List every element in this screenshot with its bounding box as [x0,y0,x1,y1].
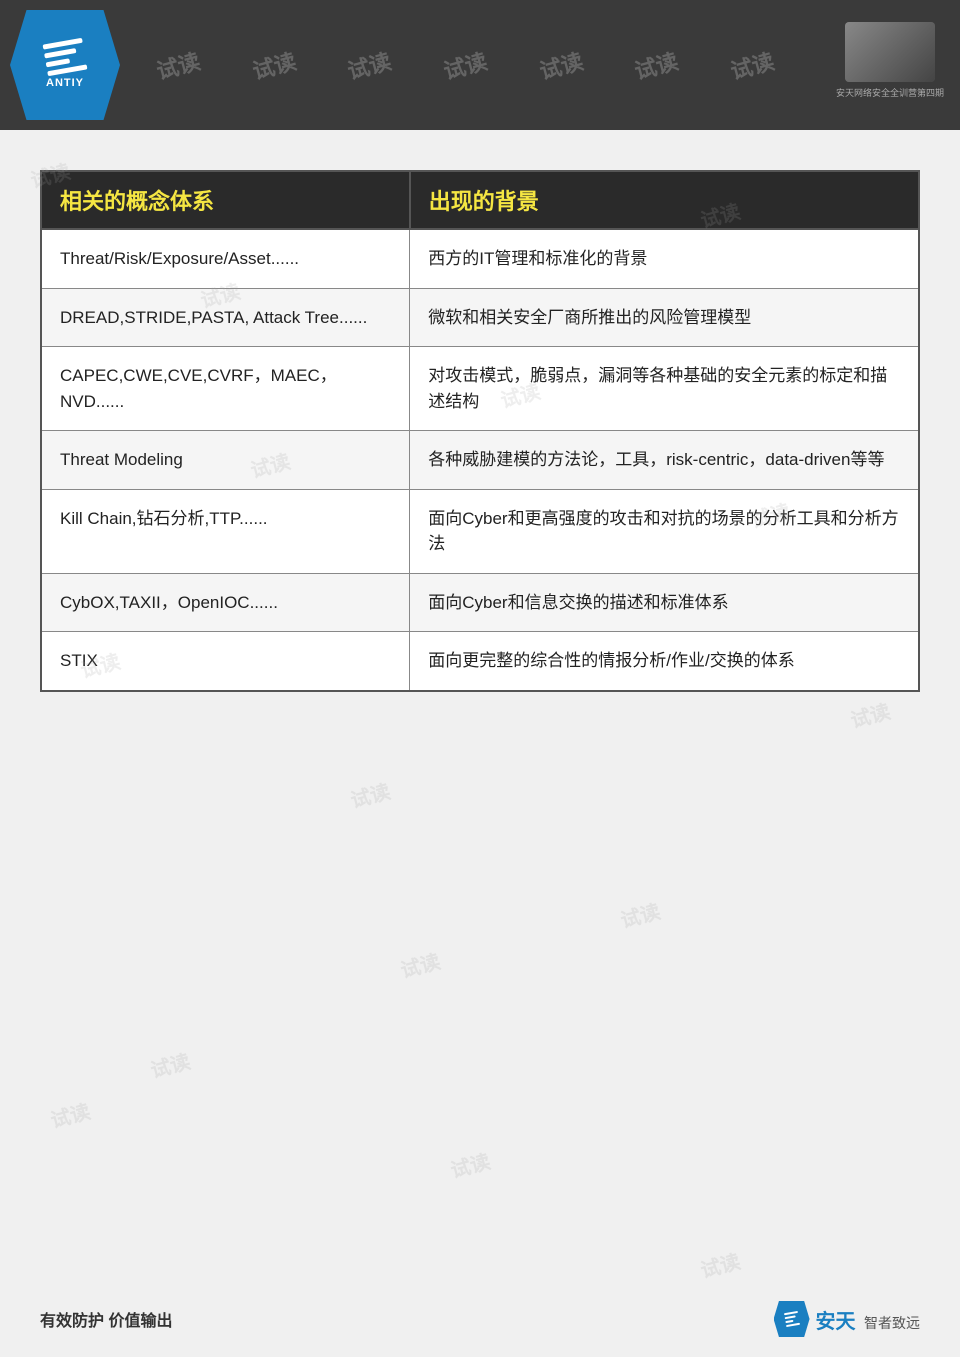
table-cell-col2-0: 西方的IT管理和标准化的背景 [410,229,919,288]
footer-line-1 [783,1311,797,1315]
table-cell-col1-2: CAPEC,CWE,CVE,CVRF，MAEC，NVD...... [41,347,410,431]
table-row: CybOX,TAXII，OpenIOC......面向Cyber和信息交换的描述… [41,573,919,632]
table-cell-col2-3: 各种威胁建模的方法论，工具，risk-centric，data-driven等等 [410,431,919,490]
header-wm-5: 试读 [535,44,586,86]
footer-logo-icon [774,1301,810,1337]
footer-tagline: 有效防护 价值输出 [40,1307,172,1331]
header-right-logo-image: ANTIY [845,22,935,82]
logo-line-3 [46,58,71,67]
footer-line-4 [786,1323,800,1327]
header-right-logo: ANTIY 安天网络安全全训营第四期 [830,10,950,110]
table-cell-col1-0: Threat/Risk/Exposure/Asset...... [41,229,410,288]
footer-logo-lines [783,1311,799,1327]
page-watermark-6: 试读 [617,895,663,933]
page-watermark-8: 试读 [447,1145,493,1183]
table-row: DREAD,STRIDE,PASTA, Attack Tree......微软和… [41,288,919,347]
header-wm-4: 试读 [440,44,491,86]
table-cell-col2-2: 对攻击模式，脆弱点，漏洞等各种基础的安全元素的标定和描述结构 [410,347,919,431]
page-watermark-13: 试读 [397,945,443,983]
footer: 有效防护 价值输出 安天 智者致远 [0,1301,960,1337]
page-watermark-14: 试读 [47,1095,93,1133]
table-row: Threat/Risk/Exposure/Asset......西方的IT管理和… [41,229,919,288]
main-content: 相关的概念体系 出现的背景 Threat/Risk/Exposure/Asset… [0,130,960,722]
table-row: Threat Modeling各种威胁建模的方法论，工具，risk-centri… [41,431,919,490]
table-cell-col1-4: Kill Chain,钻石分析,TTP...... [41,489,410,573]
footer-brand-name: 安天 智者致远 [816,1305,920,1334]
footer-brand-name-text: 安天 [816,1311,856,1333]
table-cell-col2-5: 面向Cyber和信息交换的描述和标准体系 [410,573,919,632]
table-row: CAPEC,CWE,CVE,CVRF，MAEC，NVD......对攻击模式，脆… [41,347,919,431]
col1-header: 相关的概念体系 [41,171,410,229]
page-watermark-7: 试读 [147,1045,193,1083]
header-right-subtitle: 安天网络安全全训营第四期 [836,86,944,99]
logo-line-1 [43,38,83,50]
table-row: STIX面向更完整的综合性的情报分析/作业/交换的体系 [41,632,919,691]
concept-table: 相关的概念体系 出现的背景 Threat/Risk/Exposure/Asset… [40,170,920,692]
table-row: Kill Chain,钻石分析,TTP......面向Cyber和更高强度的攻击… [41,489,919,573]
table-cell-col2-6: 面向更完整的综合性的情报分析/作业/交换的体系 [410,632,919,691]
header-wm-2: 试读 [248,44,299,86]
footer-brand-sub-text: 智者致远 [864,1315,920,1331]
col2-header: 出现的背景 [410,171,919,229]
header-right-logo-svg: ANTIY [855,27,925,77]
logo-text: ANTIY [46,77,84,89]
table-cell-col1-3: Threat Modeling [41,431,410,490]
footer-line-2 [784,1315,795,1319]
table-cell-col1-1: DREAD,STRIDE,PASTA, Attack Tree...... [41,288,410,347]
svg-text:ANTIY: ANTIY [860,68,884,77]
table-cell-col1-6: STIX [41,632,410,691]
logo-lines [43,38,88,76]
page-watermark-9: 试读 [697,1245,743,1283]
header-watermarks: 试读 试读 试读 试读 试读 试读 试读 [0,0,960,130]
footer-brand: 安天 智者致远 [774,1301,920,1337]
footer-line-3 [785,1320,793,1323]
header-wm-3: 试读 [344,44,395,86]
header-wm-7: 试读 [727,44,778,86]
header-wm-6: 试读 [631,44,682,86]
header-wm-1: 试读 [152,44,203,86]
header: ANTIY 试读 试读 试读 试读 试读 试读 试读 ANTIY 安天网络安全全… [0,0,960,130]
table-cell-col2-1: 微软和相关安全厂商所推出的风险管理模型 [410,288,919,347]
table-cell-col1-5: CybOX,TAXII，OpenIOC...... [41,573,410,632]
table-cell-col2-4: 面向Cyber和更高强度的攻击和对抗的场景的分析工具和分析方法 [410,489,919,573]
logo-line-2 [44,48,76,58]
logo: ANTIY [10,10,120,120]
page-watermark-5: 试读 [347,775,393,813]
